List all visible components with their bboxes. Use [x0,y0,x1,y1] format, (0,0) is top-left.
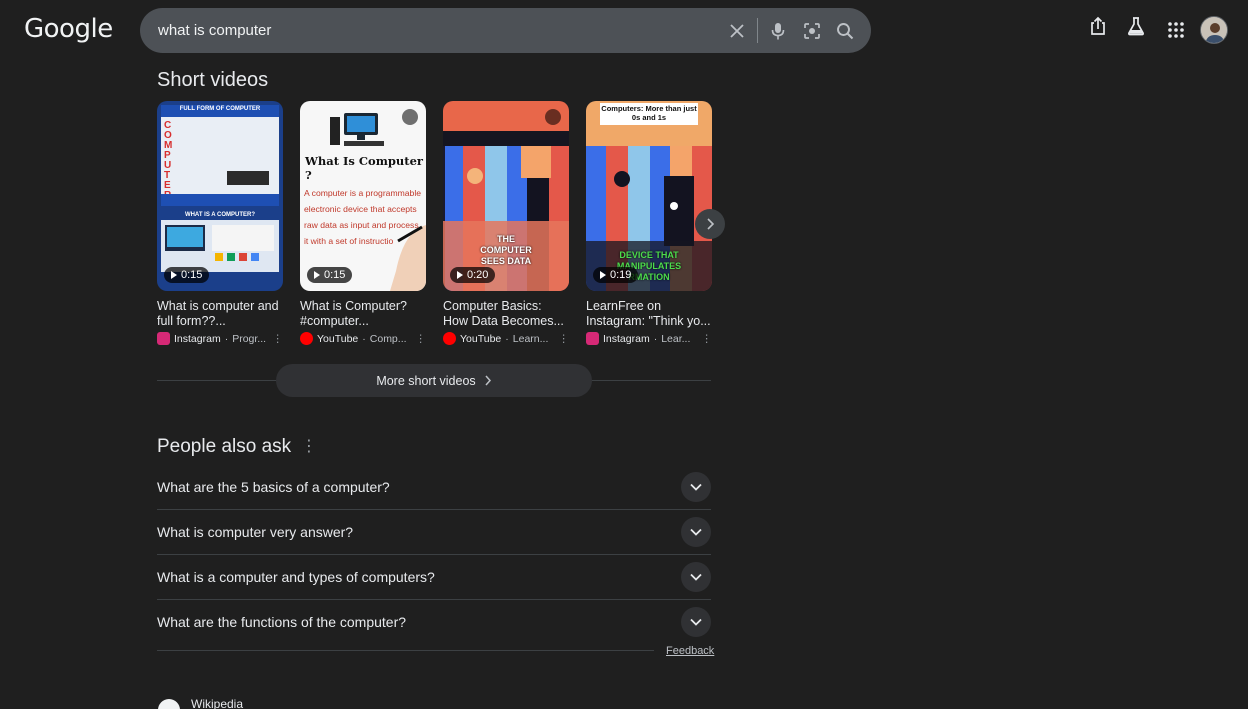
shorts-badge-icon [545,109,561,125]
more-options-icon[interactable]: ⋮ [301,436,317,456]
search-bar [140,8,871,53]
youtube-icon [443,332,456,345]
share-icon[interactable] [1089,16,1107,41]
video-title[interactable]: What is computer and full form??... [157,299,283,329]
chevron-down-icon[interactable] [681,606,711,637]
short-videos-carousel: COMPUTER FULL FORM OF COMPUTER WHAT IS A… [157,101,712,345]
video-duration: 0:15 [307,267,353,283]
video-thumbnail[interactable]: THE COMPUTER SEES DATA 0:20 [443,101,569,291]
thumb-header-text: Computers: More than just 0s and 1s [601,104,697,122]
search-divider [757,18,758,43]
thumb-header-text: FULL FORM OF COMPUTER [179,106,261,112]
search-input[interactable] [158,22,698,39]
more-short-videos-label: More short videos [376,373,476,388]
lens-camera-icon[interactable] [801,20,823,42]
more-options-icon[interactable]: ⋮ [416,333,427,345]
thumb-body-text: A computer is a programmable electronic … [304,188,422,246]
video-title[interactable]: Computer Basics: How Data Becomes... [443,299,569,329]
more-options-icon[interactable]: ⋮ [702,333,713,345]
thumb-caption-text: THE COMPUTER SEES DATA [480,234,532,266]
divider [157,650,654,651]
play-icon [171,271,177,279]
instagram-icon [157,332,170,345]
shorts-badge-icon [402,109,418,125]
thumb-subheader-text: WHAT IS A COMPUTER? [184,212,256,218]
video-duration: 0:20 [450,267,496,283]
video-source: Instagram · Progr... ⋮ [157,332,283,345]
feedback-link[interactable]: Feedback [666,645,714,657]
video-thumbnail[interactable]: What Is Computer ? A computer is a progr… [300,101,426,291]
carousel-next-button[interactable] [695,209,725,239]
chevron-down-icon[interactable] [681,516,711,547]
video-source: YouTube · Learn... ⋮ [443,332,569,345]
microphone-icon[interactable] [767,20,789,42]
video-title[interactable]: LearnFree on Instagram: "Think yo... [586,299,712,329]
wikipedia-favicon [158,699,180,709]
video-card[interactable]: THE COMPUTER SEES DATA 0:20 Computer Bas… [443,101,569,345]
youtube-icon [300,332,313,345]
video-title[interactable]: What is Computer? #computer... [300,299,426,329]
more-short-videos-button[interactable]: More short videos [276,364,592,397]
search-icon[interactable] [834,20,856,42]
clear-icon[interactable] [726,20,748,42]
video-source: YouTube · Comp... ⋮ [300,332,426,345]
thumb-heading-text: What Is Computer ? [305,154,423,182]
chevron-right-icon [485,375,491,386]
play-icon [600,271,606,279]
video-card[interactable]: COMPUTER FULL FORM OF COMPUTER WHAT IS A… [157,101,283,345]
account-avatar[interactable] [1200,16,1228,44]
play-icon [457,271,463,279]
chevron-right-icon [707,218,715,230]
paa-question[interactable]: What is a computer and types of computer… [157,554,711,599]
paa-question[interactable]: What are the 5 basics of a computer? [157,464,711,509]
google-logo[interactable]: Google [24,14,113,44]
chevron-down-icon[interactable] [681,561,711,592]
more-options-icon[interactable]: ⋮ [273,333,284,345]
labs-flask-icon[interactable] [1127,16,1145,41]
more-options-icon[interactable]: ⋮ [559,333,570,345]
instagram-icon [586,332,599,345]
video-card[interactable]: Computers: More than just 0s and 1s DEVI… [586,101,712,345]
video-card[interactable]: What Is Computer ? A computer is a progr… [300,101,426,345]
video-thumbnail[interactable]: COMPUTER FULL FORM OF COMPUTER WHAT IS A… [157,101,283,291]
paa-question[interactable]: What is computer very answer? [157,509,711,554]
video-thumbnail[interactable]: Computers: More than just 0s and 1s DEVI… [586,101,712,291]
people-also-ask-heading: People also ask [157,436,292,457]
video-duration: 0:15 [164,267,210,283]
short-videos-heading: Short videos [157,69,269,91]
result-source[interactable]: Wikipedia [191,697,243,709]
play-icon [314,271,320,279]
paa-question[interactable]: What are the functions of the computer? [157,599,711,644]
video-duration: 0:19 [593,267,639,283]
video-source: Instagram · Lear... ⋮ [586,332,712,345]
apps-grid-icon[interactable] [1168,22,1184,43]
chevron-down-icon[interactable] [681,471,711,502]
